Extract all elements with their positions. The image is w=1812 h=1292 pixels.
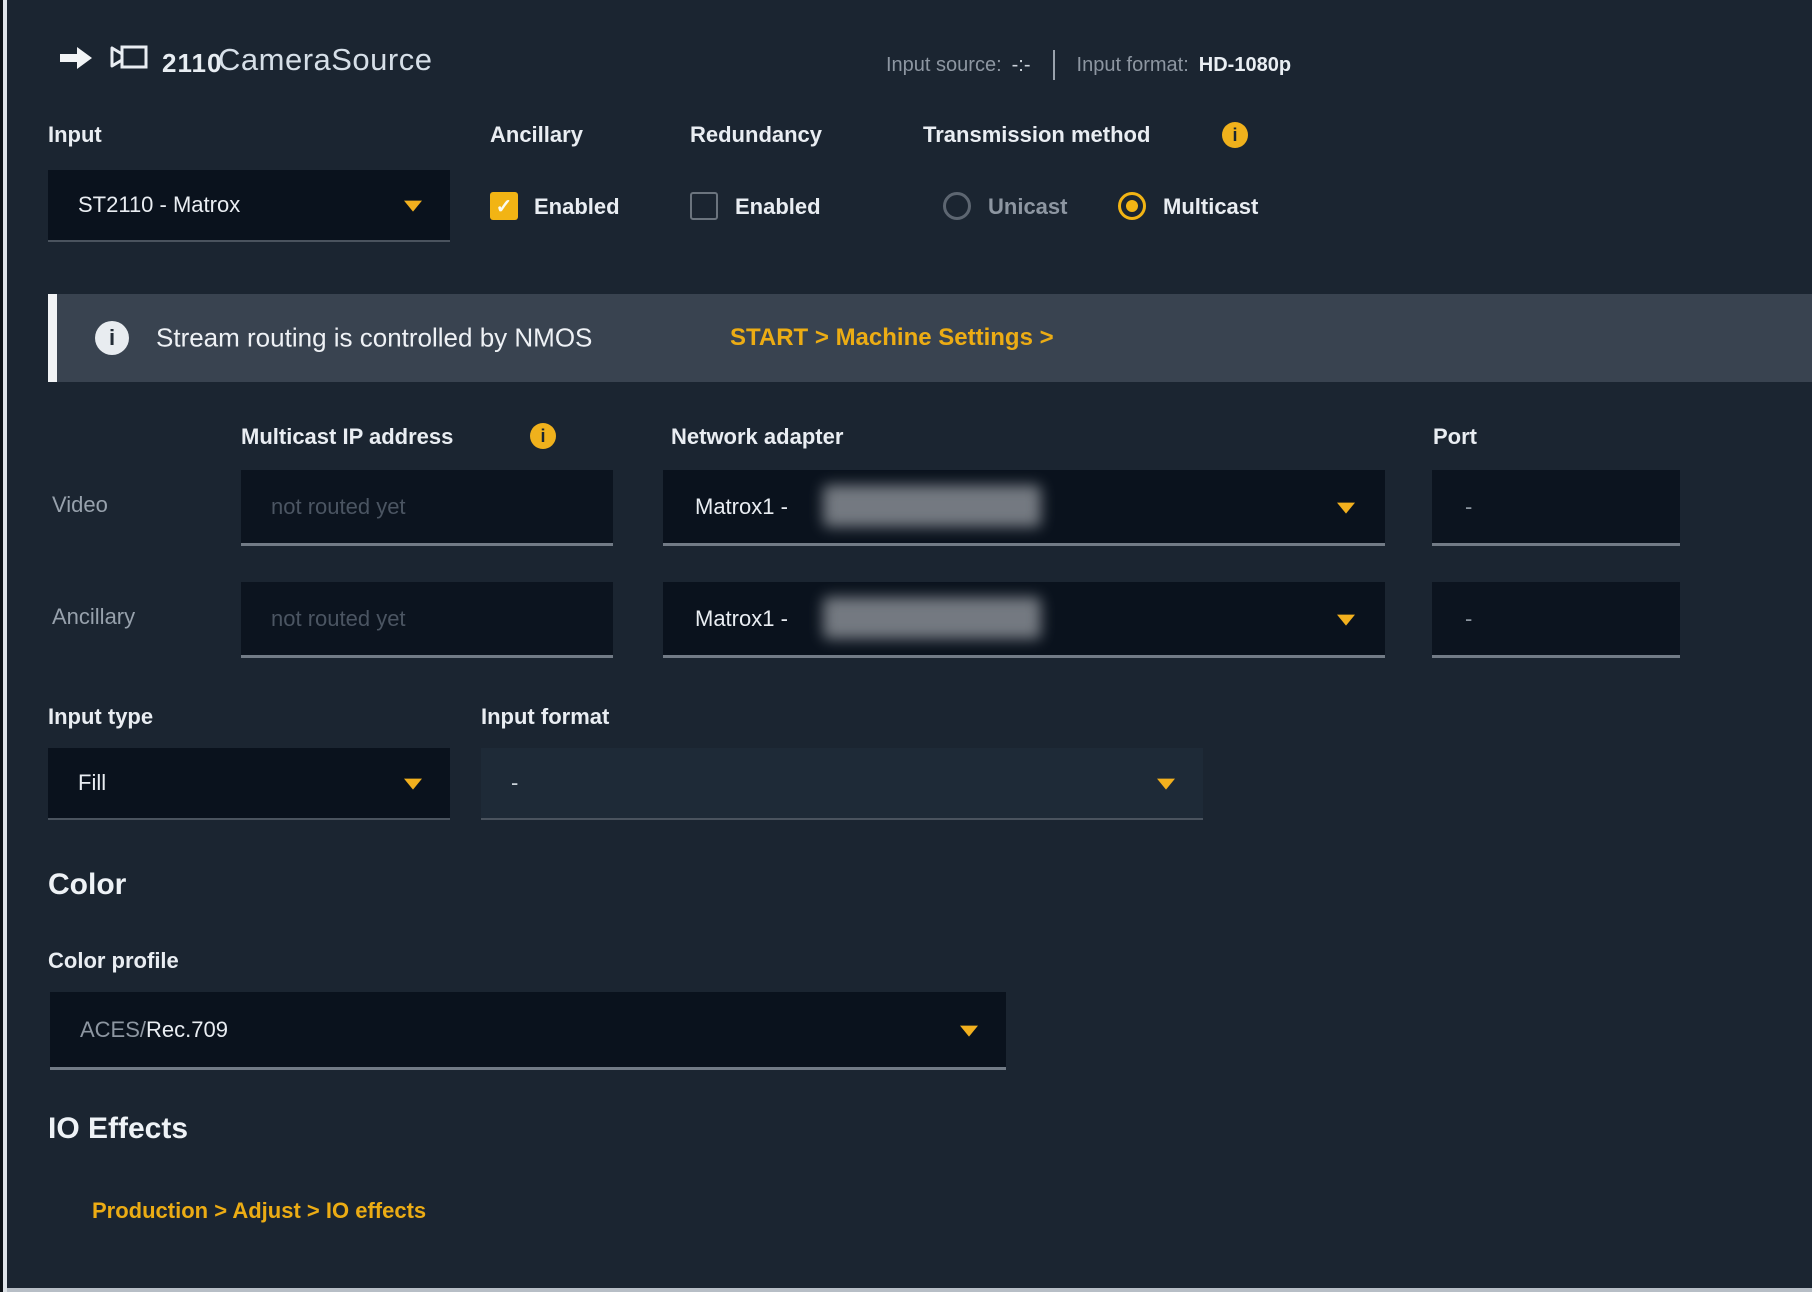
network-adapter-header: Network adapter (671, 424, 843, 450)
video-port-value: - (1465, 494, 1472, 520)
redundancy-enabled-checkbox[interactable] (690, 192, 718, 220)
video-port-field[interactable]: - (1432, 470, 1680, 546)
meta-divider (1053, 50, 1055, 80)
video-adapter-dropdown[interactable]: Matrox1 - (663, 470, 1385, 546)
header-meta: Input source: -:- Input format: HD-1080p (886, 50, 1291, 80)
ancillary-port-value: - (1465, 606, 1472, 632)
input-dropdown[interactable]: ST2110 - Matrox (48, 170, 450, 242)
transmission-info-icon[interactable]: i (1222, 122, 1248, 148)
color-profile-main: Rec.709 (146, 1017, 228, 1042)
chevron-down-icon (404, 779, 422, 790)
badge-2110: 2110 (162, 48, 222, 79)
input-source-label: Input source: (886, 54, 1002, 77)
input-type-label: Input type (48, 704, 153, 730)
ancillary-ip-input[interactable]: not routed yet (241, 582, 613, 658)
chevron-down-icon (404, 201, 422, 212)
io-effects-link[interactable]: Production > Adjust > IO effects (92, 1198, 426, 1224)
color-profile-value: ACES/Rec.709 (80, 1017, 228, 1043)
ancillary-row-label: Ancillary (52, 604, 135, 630)
chevron-down-icon (1337, 502, 1355, 513)
color-profile-prefix: ACES/ (80, 1017, 146, 1042)
banner-info-icon: i (95, 321, 129, 355)
multicast-radio[interactable] (1118, 192, 1146, 220)
radio-dot (1126, 200, 1138, 212)
video-ip-placeholder: not routed yet (271, 494, 406, 520)
chevron-down-icon (1337, 614, 1355, 625)
banner-message: Stream routing is controlled by NMOS (156, 323, 592, 354)
video-adapter-value: Matrox1 - (695, 494, 788, 520)
port-header: Port (1433, 424, 1477, 450)
ancillary-port-field[interactable]: - (1432, 582, 1680, 658)
check-icon: ✓ (496, 194, 513, 219)
input-format-value: - (511, 770, 518, 796)
transmission-method-label: Transmission method (923, 122, 1150, 148)
input-type-value: Fill (78, 770, 106, 796)
chevron-down-icon (960, 1025, 978, 1036)
nmos-banner: i Stream routing is controlled by NMOS S… (48, 294, 1812, 382)
unicast-radio[interactable] (943, 192, 971, 220)
video-ip-input[interactable]: not routed yet (241, 470, 613, 546)
multicast-label: Multicast (1163, 194, 1258, 220)
ancillary-adapter-redacted-ip (823, 597, 1041, 639)
video-adapter-redacted-ip (823, 485, 1041, 527)
forward-arrow-icon[interactable] (58, 44, 94, 77)
video-row-label: Video (52, 492, 108, 518)
input-format-dropdown[interactable]: - (481, 748, 1203, 820)
ancillary-adapter-dropdown[interactable]: Matrox1 - (663, 582, 1385, 658)
machine-settings-link[interactable]: START > Machine Settings > (730, 324, 1054, 352)
page-title: CameraSource (218, 42, 432, 78)
multicast-ip-header: Multicast IP address (241, 424, 453, 450)
chevron-down-icon (1157, 779, 1175, 790)
ancillary-enabled-checkbox[interactable]: ✓ (490, 192, 518, 220)
input-source-value: -:- (1012, 54, 1031, 77)
left-edge-divider[interactable] (3, 0, 7, 1292)
bottom-edge-divider (7, 1288, 1812, 1292)
input-format-value: HD-1080p (1199, 54, 1291, 77)
input-format-label: Input format (481, 704, 609, 730)
ancillary-ip-placeholder: not routed yet (271, 606, 406, 632)
ancillary-section-label: Ancillary (490, 122, 583, 148)
input-section-label: Input (48, 122, 102, 148)
ancillary-enabled-label: Enabled (534, 194, 620, 220)
banner-accent-bar (48, 294, 57, 382)
video-camera-icon (108, 40, 150, 79)
multicast-ip-info-icon[interactable]: i (530, 423, 556, 449)
input-dropdown-value: ST2110 - Matrox (78, 192, 240, 218)
io-effects-heading: IO Effects (48, 1112, 188, 1146)
redundancy-enabled-label: Enabled (735, 194, 821, 220)
color-section-heading: Color (48, 868, 126, 902)
camera-source-panel: 2110 CameraSource Input source: -:- Inpu… (0, 0, 1812, 1292)
input-format-label: Input format: (1077, 54, 1189, 77)
input-type-dropdown[interactable]: Fill (48, 748, 450, 820)
color-profile-dropdown[interactable]: ACES/Rec.709 (50, 992, 1006, 1070)
redundancy-section-label: Redundancy (690, 122, 822, 148)
color-profile-label: Color profile (48, 948, 179, 974)
unicast-label: Unicast (988, 194, 1067, 220)
ancillary-adapter-value: Matrox1 - (695, 606, 788, 632)
